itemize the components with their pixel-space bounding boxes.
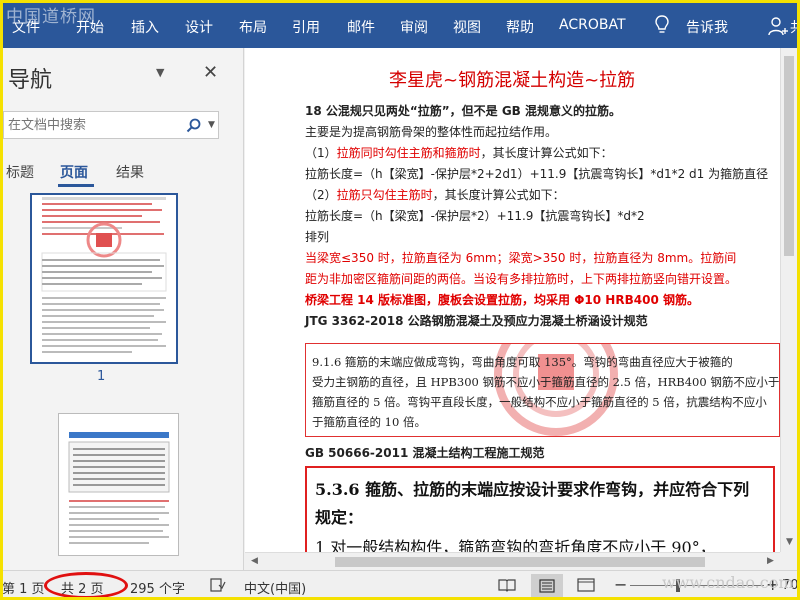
scroll-down-icon[interactable]: ▼ xyxy=(786,537,793,547)
doc-line-3-highlight: 拉筋同时勾住主筋和箍筋时 xyxy=(336,146,481,160)
doc-line-2: 主要是为提高钢筋骨架的整体性而起拉结作用。 xyxy=(305,125,558,139)
doc-line-5: （2）拉筋只勾住主筋时，其长度计算公式如下： xyxy=(305,186,565,203)
scroll-left-icon[interactable]: ◀ xyxy=(251,556,258,566)
word-count[interactable]: 295 个字 xyxy=(130,578,185,597)
doc-line-5-suffix: ，其长度计算公式如下： xyxy=(432,188,565,202)
document-area[interactable]: 李星虎~钢筋混凝土构造~拉筋 18 公混规只见两处“拉筋”，但不是 GB 混规意… xyxy=(245,48,780,552)
vertical-scrollbar[interactable]: ▼ xyxy=(780,48,798,552)
tab-results[interactable]: 结果 xyxy=(116,162,144,182)
search-input[interactable] xyxy=(8,116,178,134)
doc-line-3-suffix: ，其长度计算公式如下： xyxy=(480,146,613,160)
nav-options-icon[interactable]: ▼ xyxy=(156,66,164,79)
jtg-line-4: 于箍筋直径的 10 倍。 xyxy=(312,415,426,429)
language-indicator[interactable]: 中文(中国) xyxy=(244,578,306,597)
scrollbar-thumb[interactable] xyxy=(335,557,705,567)
tab-headings[interactable]: 标题 xyxy=(6,162,34,182)
nav-title: 导航 xyxy=(8,68,53,93)
doc-line-6: 拉筋长度=（h【梁宽】-保护层*2）+11.9【抗震弯钩长】*d*2 xyxy=(305,209,645,223)
tab-pages[interactable]: 页面 xyxy=(60,162,88,182)
highlight-circle xyxy=(44,572,128,599)
close-icon[interactable]: ✕ xyxy=(203,62,218,83)
jtg-line-2: 受力主钢筋的直径，且 HPB300 钢筋不应小于箍筋直径的 2.5 倍，HRB4… xyxy=(312,375,780,389)
page-indicator[interactable]: 第 1 页 xyxy=(2,578,45,597)
tab-acrobat[interactable]: ACROBAT xyxy=(559,17,626,33)
zoom-out-button[interactable]: − xyxy=(614,575,627,594)
doc-line-5-highlight: 拉筋只勾住主筋时 xyxy=(336,188,433,202)
doc-line-7: 排列 xyxy=(305,230,330,244)
ribbon: 中国道桥网 文件 开始 插入 设计 布局 引用 邮件 审阅 视图 帮助 ACRO… xyxy=(0,0,800,48)
doc-line-3: （1）拉筋同时勾住主筋和箍筋时，其长度计算公式如下： xyxy=(305,144,613,161)
web-layout-icon[interactable] xyxy=(577,578,595,592)
active-tab-indicator xyxy=(58,184,94,187)
gb-line-3: 1 对一般结构构件，箍筋弯钩的弯折角度不应小于 90°， xyxy=(315,538,716,552)
print-layout-icon xyxy=(539,579,555,593)
tab-design[interactable]: 设计 xyxy=(185,17,213,37)
doc-line-12: GB 50666-2011 混凝土结构工程施工规范 xyxy=(305,446,545,460)
spec-image-gb: 5.3.6 箍筋、拉筋的末端应按设计要求作弯钩，并应符合下列 规定： 1 对一般… xyxy=(305,466,775,552)
doc-line-9: 距为非加密区箍筋间距的两倍。当设有多排拉筋时，上下两排拉筋竖向错开设置。 xyxy=(305,272,738,286)
jtg-line-3: 箍筋直径的 5 倍。弯钩平直段长度，一般结构不应小于箍筋直径的 5 倍，抗震结构… xyxy=(312,395,767,409)
tab-help[interactable]: 帮助 xyxy=(506,17,534,37)
search-box[interactable]: ▼ xyxy=(3,111,219,139)
page-thumbnail-2[interactable] xyxy=(58,413,179,556)
site-watermark-bottom: www.cndao.com xyxy=(662,573,794,592)
tab-mailings[interactable]: 邮件 xyxy=(347,17,375,37)
doc-line-4: 拉筋长度=（h【梁宽】-保护层*2+2d1）+11.9【抗震弯钩长】*d1*2 … xyxy=(305,167,769,181)
scrollbar-thumb[interactable] xyxy=(784,56,794,256)
thumbnail-1-content xyxy=(41,197,167,353)
tab-references[interactable]: 引用 xyxy=(292,17,320,37)
document-title: 李星虎~钢筋混凝土构造~拉筋 xyxy=(389,70,636,91)
read-mode-icon[interactable] xyxy=(498,578,516,592)
doc-line-8: 当梁宽≤350 时，拉筋直径为 6mm；梁宽>350 时，拉筋直径为 8mm。拉… xyxy=(305,251,737,265)
document-page[interactable]: 李星虎~钢筋混凝土构造~拉筋 18 公混规只见两处“拉筋”，但不是 GB 混规意… xyxy=(289,48,780,552)
gb-line-2: 规定： xyxy=(315,508,364,527)
page-thumbnail-number: 1 xyxy=(97,369,106,384)
tell-me-search[interactable]: 告诉我 xyxy=(686,17,728,37)
doc-line-11: JTG 3362-2018 公路钢筋混凝土及预应力混凝土桥涵设计规范 xyxy=(305,314,648,328)
search-icon[interactable] xyxy=(186,118,202,134)
chevron-down-icon[interactable]: ▼ xyxy=(208,120,215,130)
tab-file[interactable]: 文件 xyxy=(12,17,40,37)
share-button[interactable]: 共 xyxy=(790,17,800,37)
thumbnail-2-content xyxy=(68,432,170,544)
jtg-line-1: 9.1.6 箍筋的末端应做成弯钩，弯曲角度可取 135°。弯钩的弯曲直径应大于被… xyxy=(312,355,733,369)
proofing-icon[interactable] xyxy=(210,578,226,592)
gb-line-1: 5.3.6 箍筋、拉筋的末端应按设计要求作弯钩，并应符合下列 xyxy=(315,480,750,499)
tab-review[interactable]: 审阅 xyxy=(400,17,428,37)
doc-line-10: 桥梁工程 14 版标准图，腹板会设置拉筋，均采用 Φ10 HRB400 钢筋。 xyxy=(305,293,699,307)
horizontal-scrollbar[interactable]: ◀ ▶ xyxy=(245,552,780,570)
print-layout-button[interactable] xyxy=(531,574,563,598)
tab-layout[interactable]: 布局 xyxy=(239,17,267,37)
lightbulb-icon xyxy=(655,15,669,33)
doc-line-5-prefix: （2） xyxy=(305,188,337,202)
doc-line-3-prefix: （1） xyxy=(305,146,337,160)
scroll-right-icon[interactable]: ▶ xyxy=(767,556,774,566)
page-thumbnail-1[interactable] xyxy=(30,193,178,364)
spec-image-jtg: 9.1.6 箍筋的末端应做成弯钩，弯曲角度可取 135°。弯钩的弯曲直径应大于被… xyxy=(305,343,780,437)
tab-insert[interactable]: 插入 xyxy=(131,17,159,37)
tab-view[interactable]: 视图 xyxy=(453,17,481,37)
tab-home[interactable]: 开始 xyxy=(76,17,104,37)
share-person-icon[interactable] xyxy=(768,16,790,36)
doc-line-1: 18 公混规只见两处“拉筋”，但不是 GB 混规意义的拉筋。 xyxy=(305,104,622,118)
